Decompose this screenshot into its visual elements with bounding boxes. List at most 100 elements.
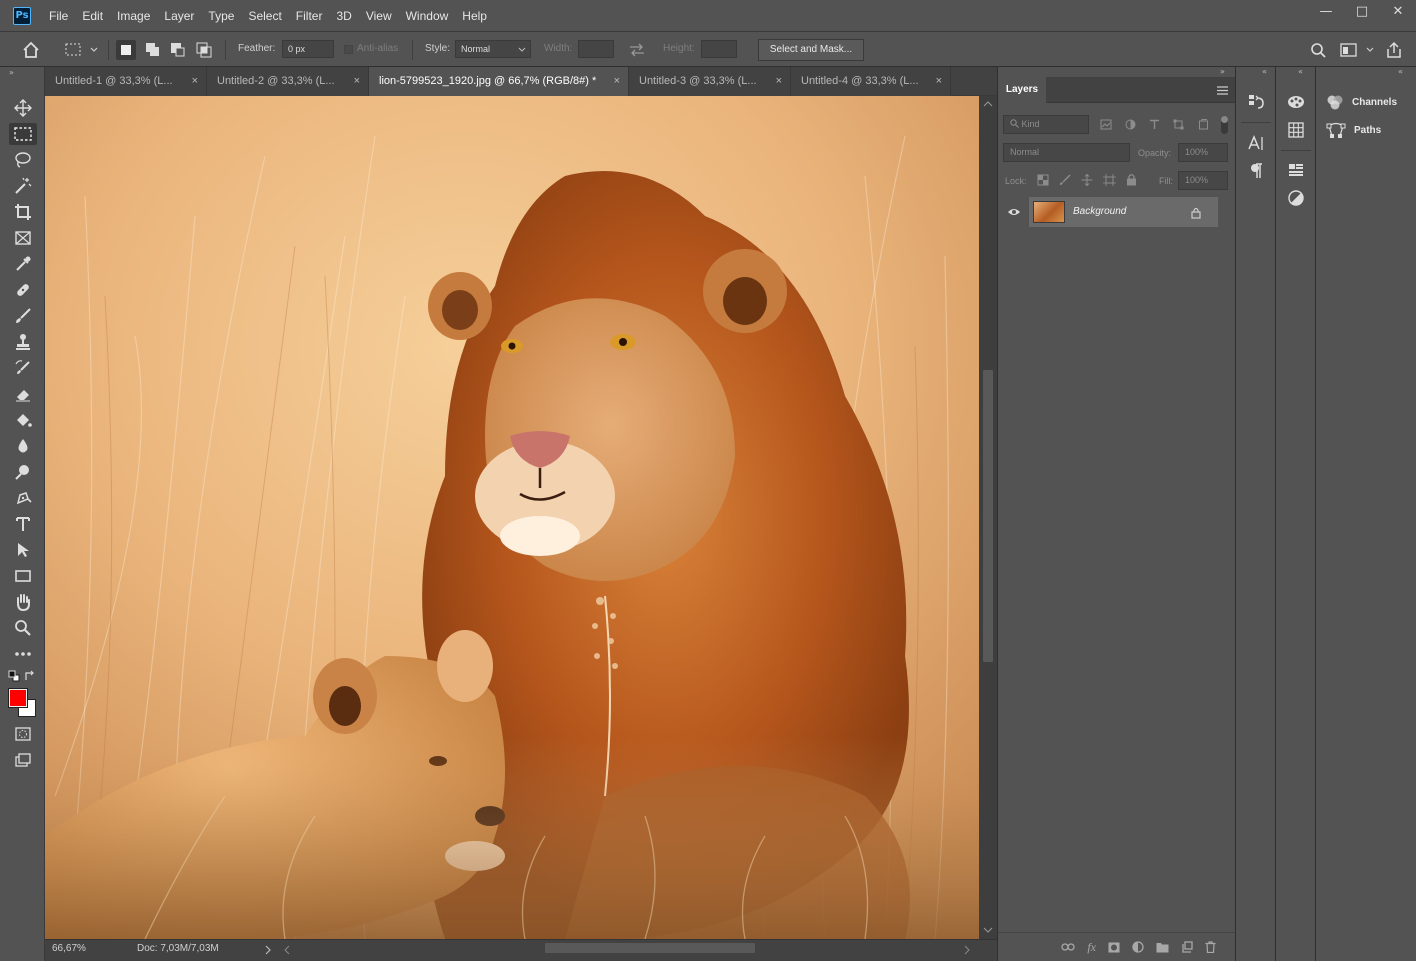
search-icon[interactable] [1310,42,1327,59]
select-and-mask-button[interactable]: Select and Mask... [758,39,864,61]
tab-lion-image[interactable]: lion-5799523_1920.jpg @ 66,7% (RGB/8#) *… [369,67,629,96]
frame-tool[interactable] [9,227,37,249]
lock-transparent-icon[interactable] [1037,174,1049,186]
libraries-panel-button[interactable] [1283,159,1309,181]
mask-icon[interactable] [1108,942,1120,953]
pen-tool[interactable] [9,487,37,509]
paragraph-panel-button[interactable] [1243,160,1269,182]
vertical-scroll-thumb[interactable] [983,370,993,662]
panel-menu-icon[interactable] [1217,86,1228,95]
brush-tool[interactable] [9,305,37,327]
visibility-eye-icon[interactable] [1007,207,1021,217]
close-tab-icon[interactable]: × [614,67,620,96]
collapse-dock-icon[interactable]: « [1262,67,1267,76]
channels-panel-button[interactable]: Channels [1326,91,1397,113]
menu-3d[interactable]: 3D [329,0,358,32]
blur-tool[interactable] [9,435,37,457]
rectangle-tool[interactable] [9,565,37,587]
close-tab-icon[interactable]: × [192,67,198,96]
eraser-tool[interactable] [9,383,37,405]
foreground-color-swatch[interactable] [8,688,28,708]
tab-untitled-1[interactable]: Untitled-1 @ 33,3% (L... × [45,67,207,96]
edit-toolbar-button[interactable] [9,643,37,665]
style-select[interactable]: Normal [455,40,531,58]
home-icon[interactable] [22,41,40,59]
scroll-down-icon[interactable] [983,926,993,934]
layer-row-background[interactable]: Background [1029,197,1218,227]
horizontal-scroll-thumb[interactable] [545,943,755,953]
minimize-button[interactable]: — [1308,0,1344,22]
intersect-selection-icon[interactable] [194,40,214,60]
height-input[interactable] [701,40,737,58]
lasso-tool[interactable] [9,149,37,171]
new-selection-button[interactable] [116,40,136,60]
swap-colors-icon[interactable] [24,670,36,682]
color-panel-button[interactable] [1283,91,1309,113]
marquee-preset-icon[interactable] [65,42,99,58]
link-icon[interactable] [1061,942,1075,952]
close-tab-icon[interactable]: × [776,67,782,96]
history-panel-button[interactable] [1243,91,1269,113]
fx-icon[interactable]: fx [1087,940,1096,955]
zoom-tool[interactable] [9,617,37,639]
workspace-icon[interactable] [1340,42,1378,59]
menu-window[interactable]: Window [399,0,456,32]
subtract-selection-icon[interactable] [168,40,188,60]
filter-shape-icon[interactable] [1173,119,1184,130]
add-selection-icon[interactable] [143,40,163,60]
path-selection-tool[interactable] [9,539,37,561]
adjustments-panel-button[interactable] [1283,187,1309,209]
filter-toggle[interactable] [1221,116,1228,134]
history-brush-tool[interactable] [9,357,37,379]
magic-wand-tool[interactable] [9,175,37,197]
filter-pixel-icon[interactable] [1100,119,1112,130]
collapse-toolbar-icon[interactable]: » [9,68,14,77]
lock-pixels-icon[interactable] [1059,174,1071,186]
tab-untitled-2[interactable]: Untitled-2 @ 33,3% (L... × [207,67,369,96]
close-button[interactable]: ✕ [1380,0,1416,22]
swatches-panel-button[interactable] [1283,119,1309,141]
collapse-panel-icon[interactable]: » [1220,67,1225,76]
maximize-button[interactable]: □ [1344,0,1380,22]
filter-adjustment-icon[interactable] [1125,119,1136,130]
antialias-checkbox[interactable] [344,45,353,54]
filter-type-icon[interactable] [1149,119,1160,130]
trash-icon[interactable] [1205,941,1216,953]
adjustment-icon[interactable] [1132,941,1144,953]
filter-smart-object-icon[interactable] [1198,119,1209,130]
close-tab-icon[interactable]: × [354,67,360,96]
menu-image[interactable]: Image [110,0,157,32]
dodge-tool[interactable] [9,461,37,483]
type-tool[interactable] [9,513,37,535]
tab-layers[interactable]: Layers [998,77,1046,103]
zoom-level[interactable]: 66,67% [52,943,86,954]
document-canvas[interactable] [45,96,979,939]
opacity-input[interactable]: 100% [1178,143,1228,162]
menu-view[interactable]: View [359,0,399,32]
quick-mask-button[interactable] [9,723,37,745]
screen-mode-button[interactable] [9,749,37,771]
collapse-dock-icon[interactable]: « [1298,67,1303,76]
marquee-tool[interactable] [9,123,37,145]
new-layer-icon[interactable] [1181,941,1193,953]
eyedropper-tool[interactable] [9,253,37,275]
menu-edit[interactable]: Edit [75,0,110,32]
layer-filter-select[interactable]: Kind [1003,115,1089,134]
crop-tool[interactable] [9,201,37,223]
character-panel-button[interactable] [1243,132,1269,154]
clone-stamp-tool[interactable] [9,331,37,353]
move-tool[interactable] [9,97,37,119]
tab-untitled-4[interactable]: Untitled-4 @ 33,3% (L... × [791,67,951,96]
menu-file[interactable]: File [42,0,75,32]
swap-dimensions-icon[interactable] [628,43,646,57]
hand-tool[interactable] [9,591,37,613]
lock-position-icon[interactable] [1081,174,1093,186]
share-icon[interactable] [1385,41,1403,59]
scroll-up-icon[interactable] [983,100,993,108]
close-tab-icon[interactable]: × [936,67,942,96]
status-menu-icon[interactable] [264,945,272,955]
default-colors-icon[interactable] [8,670,20,682]
fill-input[interactable]: 100% [1178,171,1228,190]
lock-all-icon[interactable] [1126,173,1137,186]
scroll-right-icon[interactable] [963,945,971,955]
